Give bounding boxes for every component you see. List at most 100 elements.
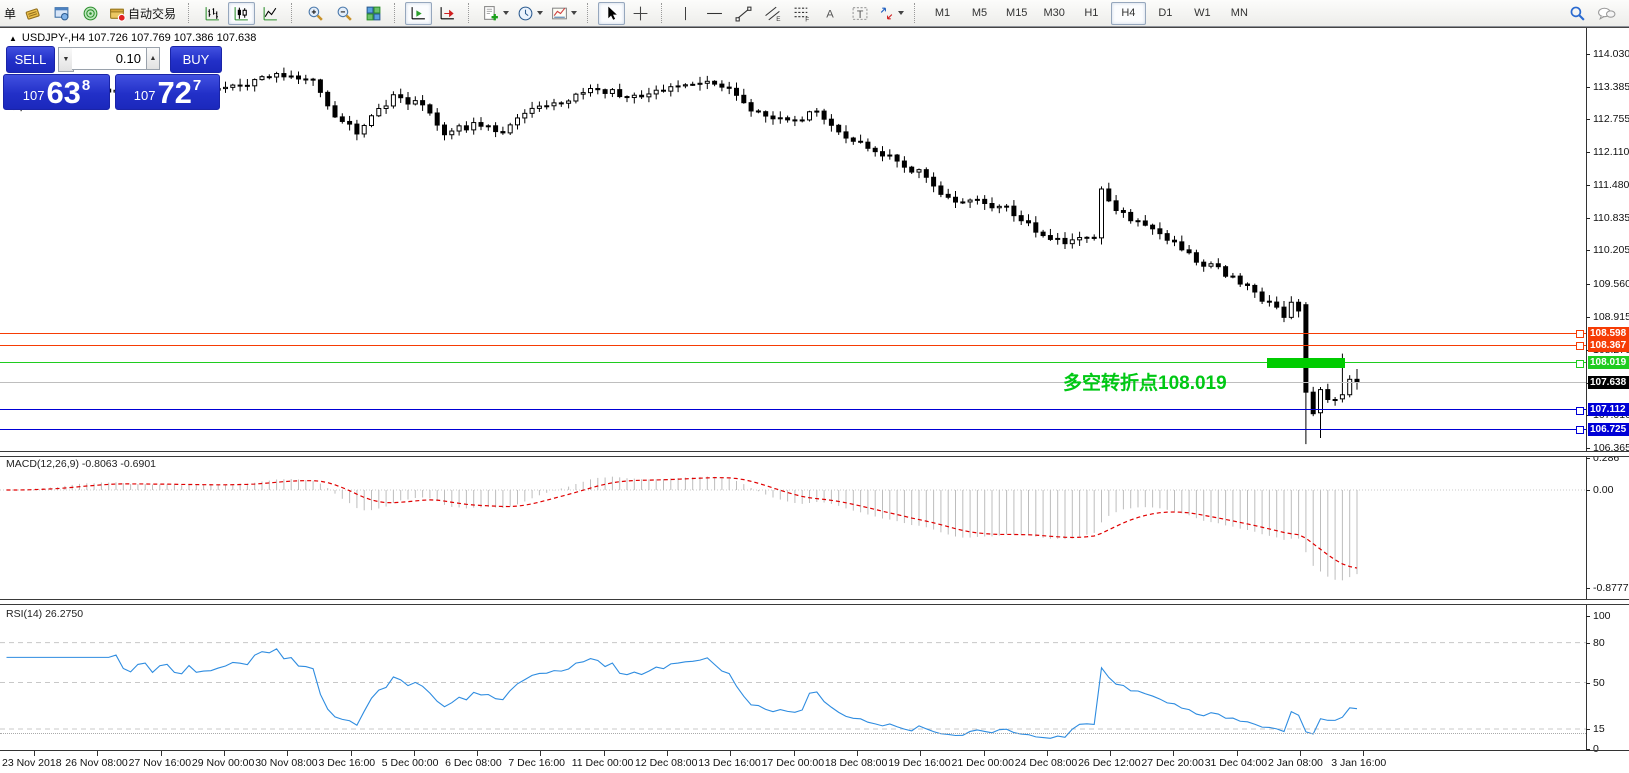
price-tick-mark [1586,53,1590,55]
support-2-line-handle[interactable] [1576,426,1584,435]
equidistant-channel-icon: E [764,6,780,22]
autotrading-button[interactable]: 自动交易 [106,2,181,25]
templates-dropdown-caret[interactable] [571,11,578,15]
text-button[interactable]: A [817,2,844,25]
indicators-dropdown-caret[interactable] [503,11,510,15]
zoom-in-button[interactable] [302,2,329,25]
sell-price-prefix: 107 [22,88,45,103]
symbol-ohlc-text: USDJPY-,H4 107.726 107.769 107.386 107.6… [21,32,257,44]
cursor-button[interactable] [598,1,626,25]
volume-increase-button[interactable]: ▲ [147,47,160,70]
sell-button[interactable]: SELL [6,46,55,73]
resistance-2-price-label: 108.367 [1588,338,1629,352]
time-axis-dotted-separator [0,733,1586,734]
resistance-1-line-handle[interactable] [1576,330,1584,339]
time-axis-label: 7 Dec 16:00 [508,757,566,769]
resistance-1-line[interactable] [0,332,1586,334]
svg-text:E: E [776,15,780,21]
vertical-line-button[interactable] [672,2,699,25]
price-tick-label: 113.385 [1593,80,1629,93]
new-order-button[interactable]: 单 [4,5,16,22]
fibonacci-button[interactable]: F [788,2,815,25]
support-2-line[interactable] [0,428,1586,430]
pivot-trendline-segment[interactable] [1266,357,1345,368]
search-icon [1570,6,1585,21]
periods-button[interactable] [514,2,546,25]
line-chart-button[interactable] [257,2,284,25]
toolbar-separator [468,3,473,23]
navigator-button[interactable] [77,2,104,25]
crosshair-icon [633,6,648,20]
periods-icon [518,6,533,20]
time-axis-label: 23 Nov 2018 [2,757,62,769]
time-tick-mark [603,751,605,756]
timeframe-h4-button[interactable]: H4 [1110,1,1146,25]
rsi-tick-mark [1586,642,1590,644]
price-tick-mark [1586,152,1590,154]
templates-button[interactable] [548,2,580,25]
resistance-2-line[interactable] [0,344,1586,346]
timeframe-m15-button[interactable]: M15 [999,2,1034,25]
crosshair-button[interactable] [627,2,654,25]
timeframe-h1-button[interactable]: H1 [1074,2,1109,25]
collapse-arrow-icon[interactable]: ▲ [9,34,17,43]
price-tick-mark [1586,184,1590,186]
support-1-line[interactable] [0,409,1586,411]
arrows-dropdown-caret[interactable] [898,11,905,15]
auto-scroll-button[interactable] [405,1,433,25]
time-axis-label: 11 Dec 00:00 [571,757,634,769]
pivot-line-handle[interactable] [1576,359,1584,368]
panel-splitter[interactable] [0,451,1629,457]
pivot-line[interactable] [0,362,1586,364]
timeframe-m5-button[interactable]: M5 [962,2,997,25]
market-watch-button[interactable] [19,2,46,25]
timeframe-m30-button[interactable]: M30 [1036,2,1071,25]
price-tick-mark [1586,119,1590,121]
arrows-button[interactable] [875,2,907,25]
time-tick-mark [667,751,668,756]
rsi-indicator-panel[interactable] [0,604,1586,750]
drawing-tools-group: E F A T [671,2,908,25]
pivot-annotation-text[interactable]: 多空转折点108.019 [1063,368,1227,395]
timeframe-m1-button[interactable]: M1 [925,2,960,25]
sell-price-button[interactable]: 107 63 8 [3,74,110,110]
macd-indicator-panel[interactable] [0,456,1586,599]
rsi-tick-label: 0 [1593,743,1599,755]
price-tick-label: 114.030 [1593,47,1629,60]
equidistant-channel-button[interactable]: E [759,2,786,25]
data-window-button[interactable] [48,2,75,25]
sell-price-main: 63 [46,74,81,110]
timeframe-d1-button[interactable]: D1 [1148,2,1183,25]
zoom-out-button[interactable] [331,2,358,25]
chat-button[interactable] [1593,2,1620,25]
buy-price-pip: 7 [192,77,202,94]
periods-dropdown-caret[interactable] [537,11,544,15]
rsi-label: RSI(14) 26.2750 [6,608,84,620]
panel-splitter[interactable] [0,599,1629,605]
candlestick-chart-button[interactable] [228,1,256,25]
support-1-line-handle[interactable] [1576,406,1584,415]
tile-windows-button[interactable] [360,2,387,25]
macd-tick-label: 0.00 [1593,484,1614,496]
price-tick-label: 112.755 [1593,113,1629,126]
time-axis-label: 3 Jan 16:00 [1331,757,1387,769]
resistance-2-line-handle[interactable] [1576,342,1584,350]
buy-button[interactable]: BUY [170,46,222,73]
time-tick-mark [983,751,985,756]
horizontal-line-button[interactable] [701,2,728,25]
timeframe-mn-button[interactable]: MN [1222,2,1257,25]
bar-chart-button[interactable] [199,2,226,25]
indicators-button[interactable] [479,2,512,25]
timeframe-w1-button[interactable]: W1 [1185,2,1220,25]
text-label-button[interactable]: T [846,2,873,25]
search-button[interactable] [1564,2,1591,25]
trendline-button[interactable] [730,2,757,25]
volume-input[interactable]: 0.10 [72,47,147,70]
buy-price-button[interactable]: 107 72 7 [115,74,220,110]
chart-shift-button[interactable] [434,2,461,25]
support-2-price-label: 106.725 [1588,422,1629,436]
current-bid-line[interactable] [0,382,1586,383]
current-bid-price-label: 107.638 [1588,376,1629,389]
time-axis-label: 31 Dec 04:00 [1204,757,1268,769]
autotrading-label: 自动交易 [128,6,177,21]
